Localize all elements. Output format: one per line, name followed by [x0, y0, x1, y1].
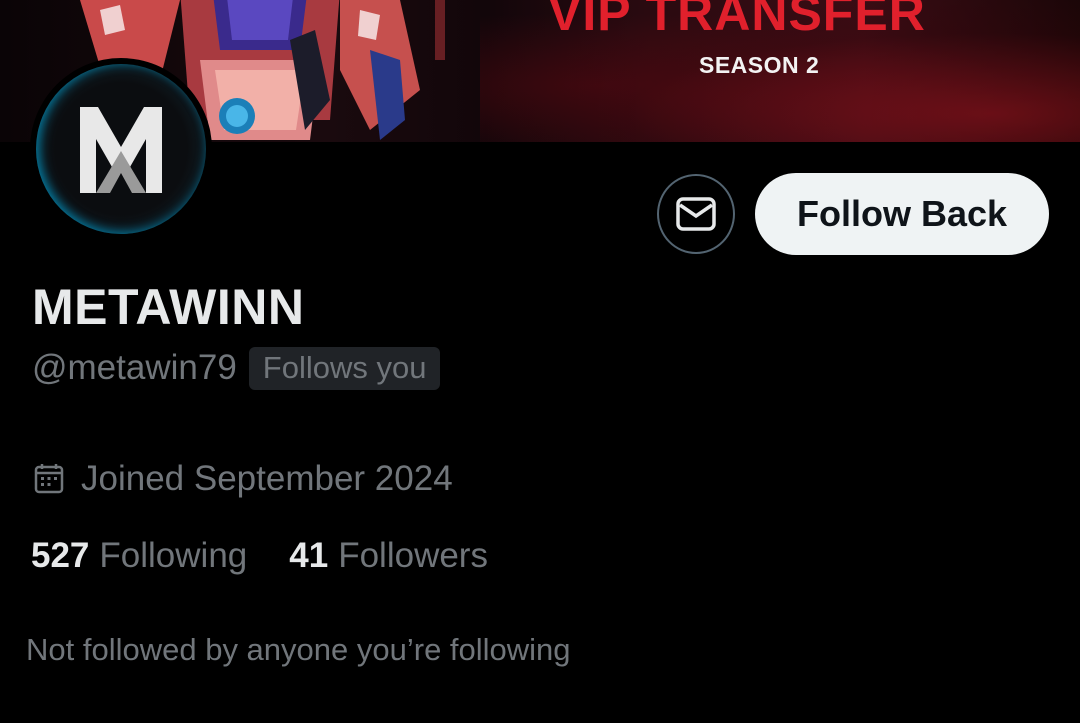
banner-subtitle: SEASON 2	[699, 52, 820, 78]
followers-count: 41	[289, 536, 329, 575]
envelope-icon	[676, 197, 716, 231]
following-count: 527	[31, 536, 90, 575]
display-name: METAWINN	[32, 279, 305, 335]
following-link[interactable]: 527 Following	[31, 536, 247, 576]
user-handle: @metawin79	[32, 348, 237, 387]
profile-page: VIP TRANSFER SEASON 2 Follow Back METAWI…	[0, 0, 1080, 723]
follow-stats: 527 Following 41 Followers	[31, 533, 488, 579]
follow-back-button[interactable]: Follow Back	[755, 173, 1049, 255]
followers-label: Followers	[338, 536, 488, 575]
metawin-logo-icon	[80, 107, 162, 193]
profile-avatar[interactable]	[30, 58, 212, 240]
followers-link[interactable]: 41 Followers	[289, 536, 488, 576]
message-button[interactable]	[657, 174, 735, 254]
calendar-icon	[34, 464, 64, 494]
banner-title: VIP TRANSFER	[548, 0, 926, 41]
mutual-followers-note: Not followed by anyone you’re following	[26, 632, 571, 667]
joined-date: Joined September 2024	[81, 459, 453, 498]
handle-row: @metawin79 Follows you	[32, 346, 441, 390]
joined-date-row: Joined September 2024	[34, 456, 453, 502]
follows-you-badge: Follows you	[248, 346, 441, 390]
following-label: Following	[99, 536, 248, 575]
